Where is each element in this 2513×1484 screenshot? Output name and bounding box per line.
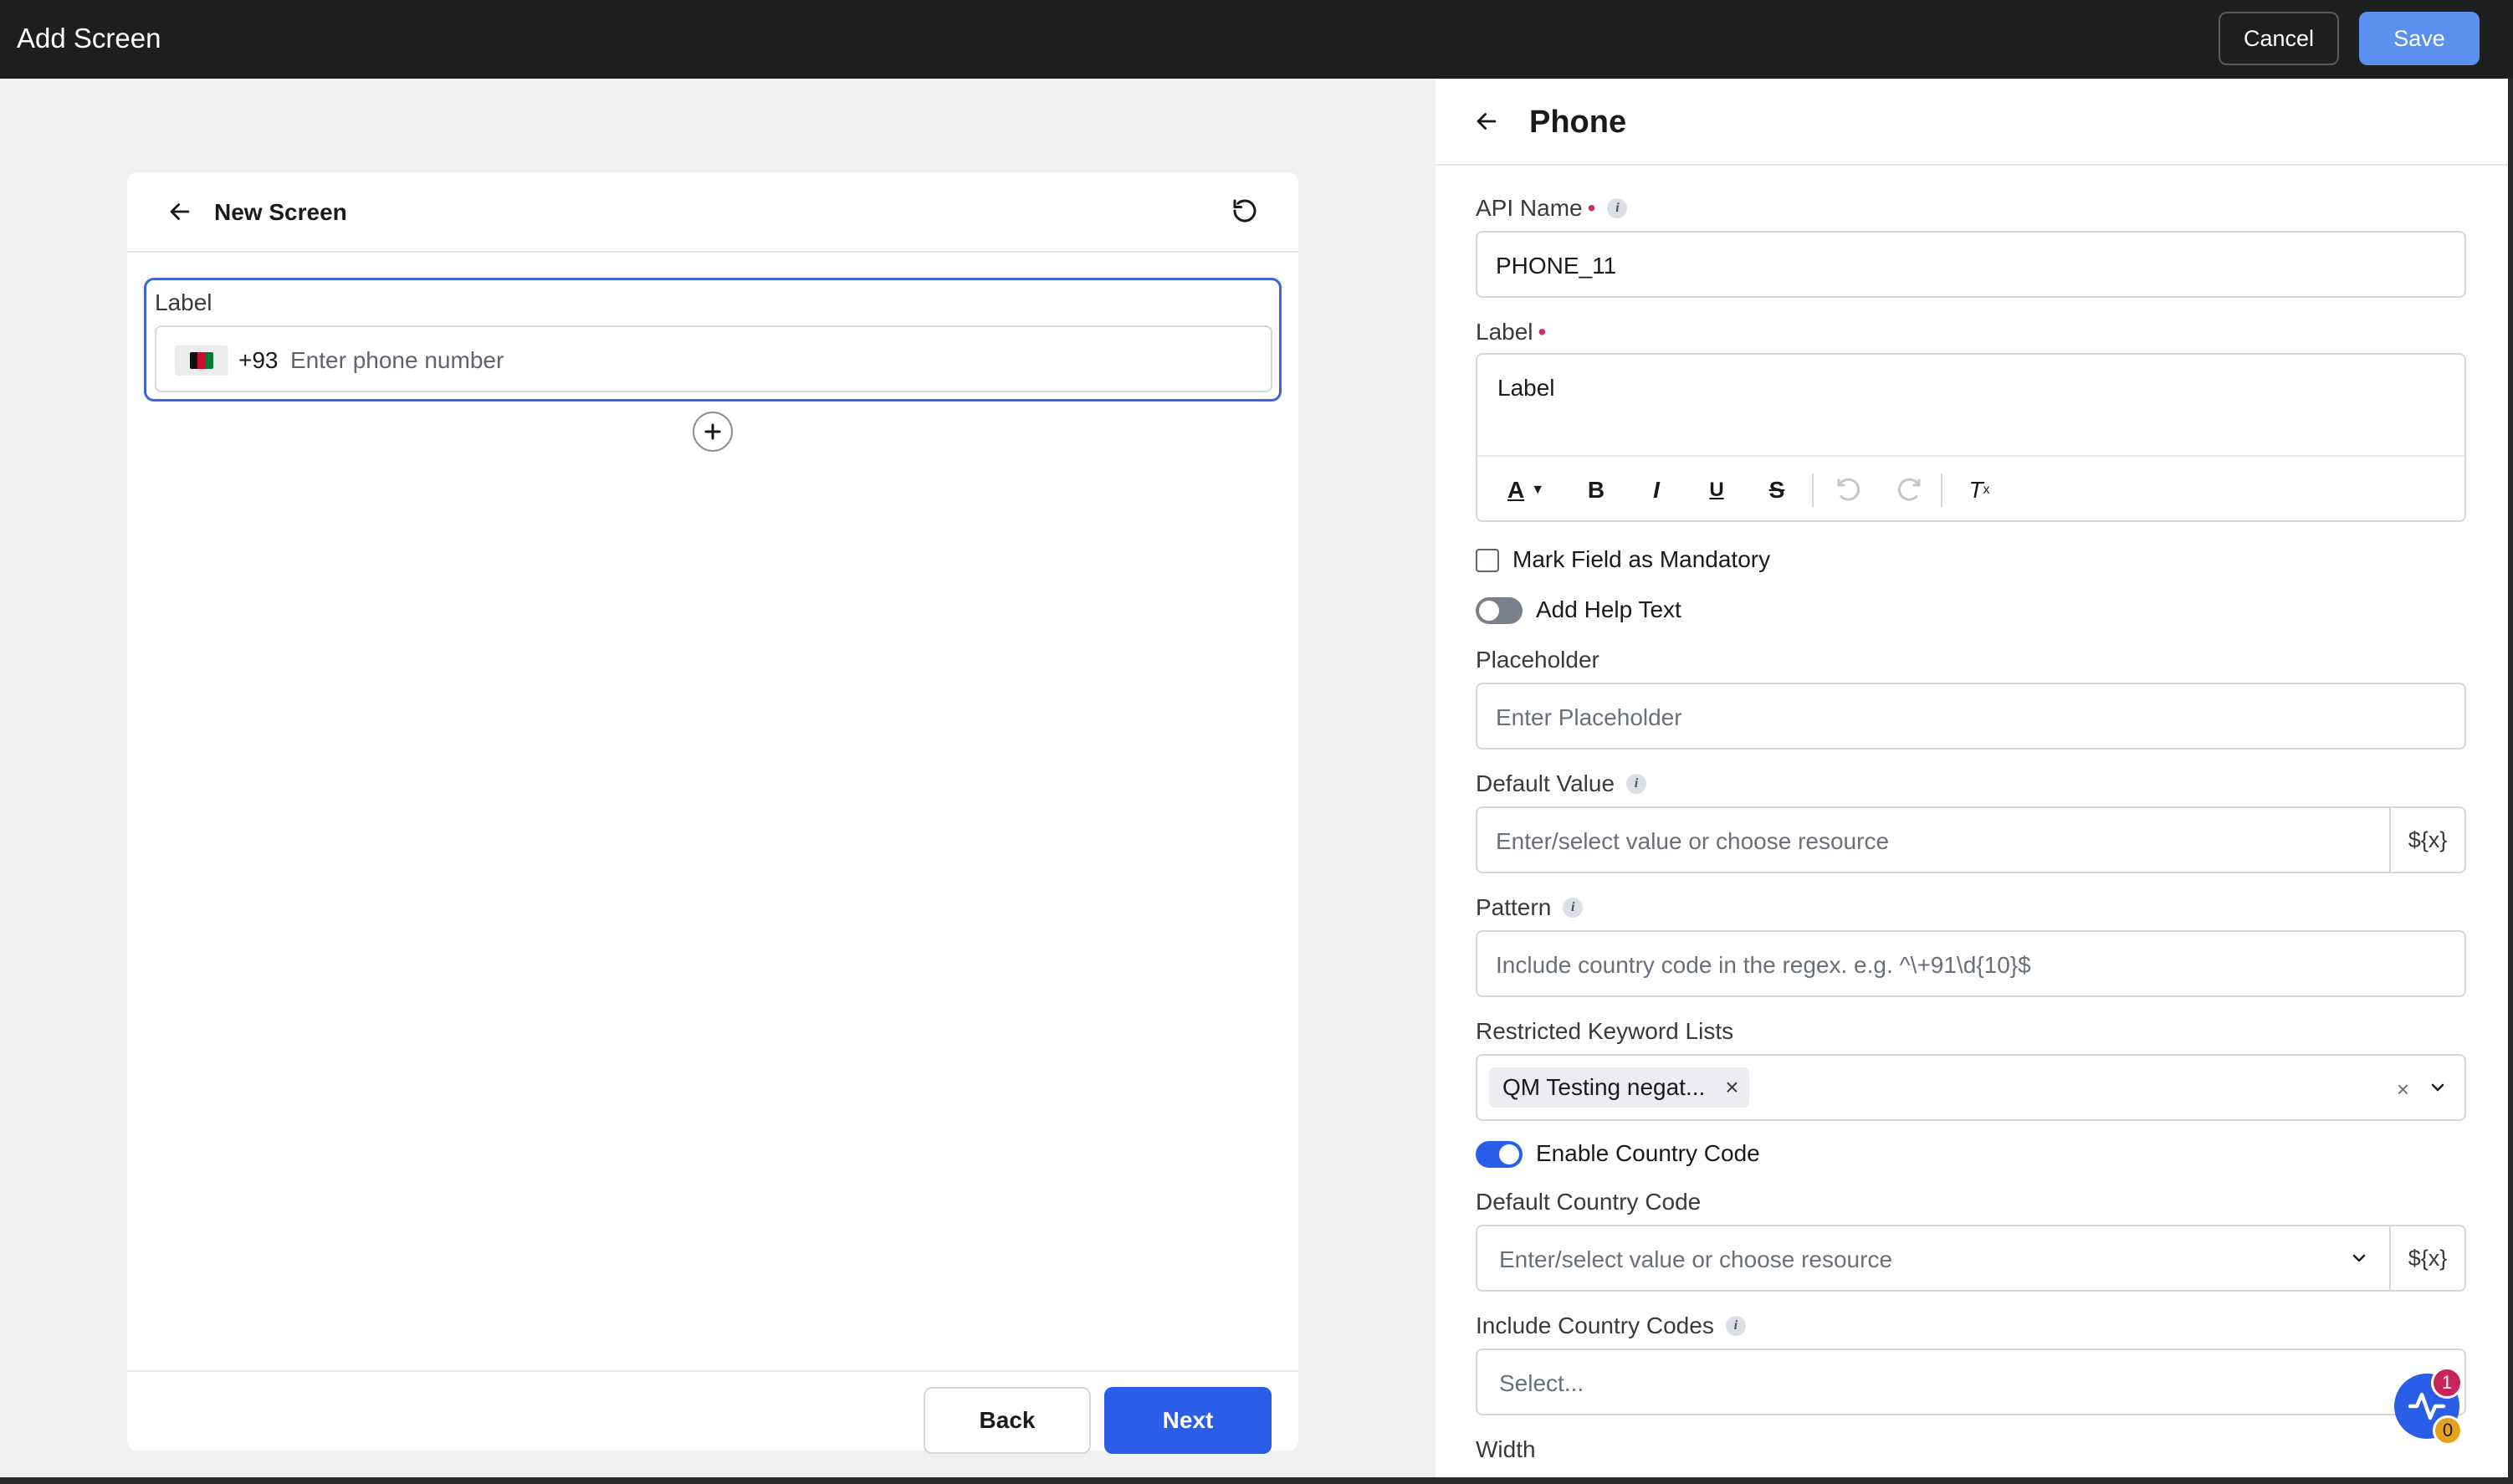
toolbar-divider — [1941, 473, 1942, 507]
chip-label: QM Testing negat... — [1502, 1074, 1706, 1100]
default-value-label-text: Default Value — [1476, 770, 1615, 796]
placeholder-label-text: Placeholder — [1476, 647, 1599, 673]
plus-icon — [704, 423, 721, 440]
pattern-placeholder: Include country code in the regex. e.g. … — [1496, 952, 2031, 978]
properties-panel: Phone API Name • i PHONE_11 Label • Label A… — [1436, 79, 2508, 1477]
include-country-codes-placeholder: Select... — [1499, 1370, 1584, 1396]
mandatory-label: Mark Field as Mandatory — [1512, 546, 1771, 572]
toggle-knob — [1499, 1144, 1519, 1164]
toolbar-divider — [1812, 473, 1814, 507]
resource-picker-button[interactable]: ${x} — [2389, 808, 2464, 872]
afghanistan-flag-icon — [190, 352, 213, 369]
screen-canvas: New Screen Label +93 Enter phone number … — [0, 79, 1436, 1477]
screen-preview-card: New Screen Label +93 Enter phone number … — [127, 172, 1298, 1454]
chevron-down-icon[interactable] — [2349, 1248, 2369, 1268]
mandatory-checkbox[interactable] — [1476, 549, 1499, 572]
default-country-code-select[interactable]: Enter/select value or choose resource ${… — [1476, 1225, 2466, 1292]
default-value-input[interactable]: Enter/select value or choose resource ${… — [1476, 806, 2466, 873]
cancel-button[interactable]: Cancel — [2219, 12, 2339, 65]
top-bar: Add Screen Cancel Save — [0, 0, 2513, 79]
dial-code: +93 — [238, 347, 279, 373]
back-button[interactable]: Back — [924, 1387, 1091, 1454]
include-country-codes-label-text: Include Country Codes — [1476, 1313, 1714, 1338]
api-name-input[interactable]: PHONE_11 — [1476, 231, 2466, 298]
default-value-placeholder: Enter/select value or choose resource — [1496, 828, 1890, 854]
default-country-code-label-text: Default Country Code — [1476, 1189, 1702, 1215]
help-text-label: Add Help Text — [1536, 596, 1681, 622]
phone-placeholder: Enter phone number — [290, 347, 504, 373]
api-name-value: PHONE_11 — [1496, 253, 1617, 279]
pattern-label-text: Pattern — [1476, 894, 1552, 920]
default-value-label: Default Value i — [1476, 770, 1647, 798]
label-rich-text-editor[interactable]: Label A ▼ B I U S Tx — [1476, 353, 2466, 522]
required-dot: • — [1538, 319, 1547, 345]
panel-header: Phone — [1436, 79, 2508, 166]
next-button[interactable]: Next — [1104, 1387, 1272, 1454]
info-icon[interactable]: i — [1607, 198, 1628, 218]
info-icon[interactable]: i — [1563, 898, 1584, 918]
required-dot: • — [1587, 195, 1596, 221]
italic-icon[interactable]: I — [1640, 473, 1673, 507]
pattern-label: Pattern i — [1476, 893, 1584, 922]
include-country-codes-label: Include Country Codes i — [1476, 1312, 1746, 1340]
enable-country-code-label: Enable Country Code — [1536, 1140, 1760, 1166]
restricted-keywords-label: Restricted Keyword Lists — [1476, 1017, 1733, 1046]
rich-text-toolbar: A ▼ B I U S Tx — [1477, 455, 2464, 522]
enable-country-code-toggle[interactable] — [1476, 1141, 1523, 1168]
arrow-left-icon[interactable] — [166, 197, 194, 226]
pattern-input[interactable]: Include country code in the regex. e.g. … — [1476, 930, 2466, 997]
help-text-toggle[interactable] — [1476, 597, 1523, 624]
placeholder-input-placeholder: Enter Placeholder — [1496, 704, 1682, 730]
placeholder-label: Placeholder — [1476, 646, 1599, 674]
arrow-left-icon[interactable] — [1472, 107, 1501, 136]
restricted-keywords-select[interactable]: QM Testing negat... × × — [1476, 1054, 2466, 1121]
chevron-down-icon[interactable] — [2428, 1077, 2448, 1098]
add-field-button[interactable] — [693, 412, 733, 452]
window-edge — [2508, 79, 2513, 1484]
save-button[interactable]: Save — [2359, 12, 2480, 65]
default-country-code-placeholder: Enter/select value or choose resource — [1499, 1246, 1893, 1272]
page-title: Add Screen — [17, 23, 161, 54]
info-icon[interactable]: i — [1725, 1316, 1746, 1336]
preview-header: New Screen — [127, 172, 1298, 253]
label-editor-value: Label — [1497, 375, 1555, 401]
notification-badge: 1 — [2431, 1367, 2463, 1399]
label-field-label: Label • — [1476, 318, 1546, 346]
strikethrough-icon[interactable]: S — [1760, 473, 1794, 507]
phone-input[interactable]: +93 Enter phone number — [155, 325, 1272, 392]
label-field-label-text: Label — [1476, 319, 1533, 345]
bold-icon[interactable]: B — [1579, 473, 1613, 507]
include-country-codes-select[interactable]: Select... — [1476, 1348, 2466, 1415]
chip-remove-icon[interactable]: × — [1725, 1074, 1738, 1101]
resource-picker-button[interactable]: ${x} — [2389, 1226, 2464, 1290]
undo-icon[interactable] — [1834, 473, 1864, 507]
toggle-knob — [1479, 601, 1499, 621]
panel-title: Phone — [1529, 105, 1627, 140]
reset-icon[interactable] — [1230, 196, 1260, 226]
placeholder-input[interactable]: Enter Placeholder — [1476, 683, 2466, 750]
width-label-text: Width — [1476, 1436, 1536, 1462]
warning-badge: 0 — [2433, 1415, 2463, 1446]
api-name-label: API Name • i — [1476, 194, 1628, 223]
text-color-icon[interactable]: A ▼ — [1501, 473, 1551, 507]
restricted-keywords-label-text: Restricted Keyword Lists — [1476, 1018, 1734, 1044]
clear-icon[interactable]: × — [2397, 1072, 2409, 1106]
underline-icon[interactable]: U — [1700, 473, 1733, 507]
preview-title: New Screen — [214, 199, 347, 225]
keyword-list-chip: QM Testing negat... × — [1489, 1067, 1749, 1108]
info-icon[interactable]: i — [1626, 774, 1647, 794]
width-label: Width — [1476, 1435, 1536, 1464]
api-name-label-text: API Name — [1476, 195, 1583, 221]
country-flag-selector[interactable] — [175, 345, 228, 376]
default-country-code-label: Default Country Code — [1476, 1188, 1701, 1216]
phone-field-preview[interactable]: Label +93 Enter phone number — [144, 278, 1282, 402]
phone-field-label: Label — [155, 289, 212, 315]
preview-footer: Back Next — [127, 1370, 1298, 1454]
redo-icon[interactable] — [1894, 473, 1924, 507]
clear-format-icon[interactable]: Tx — [1961, 473, 1998, 507]
